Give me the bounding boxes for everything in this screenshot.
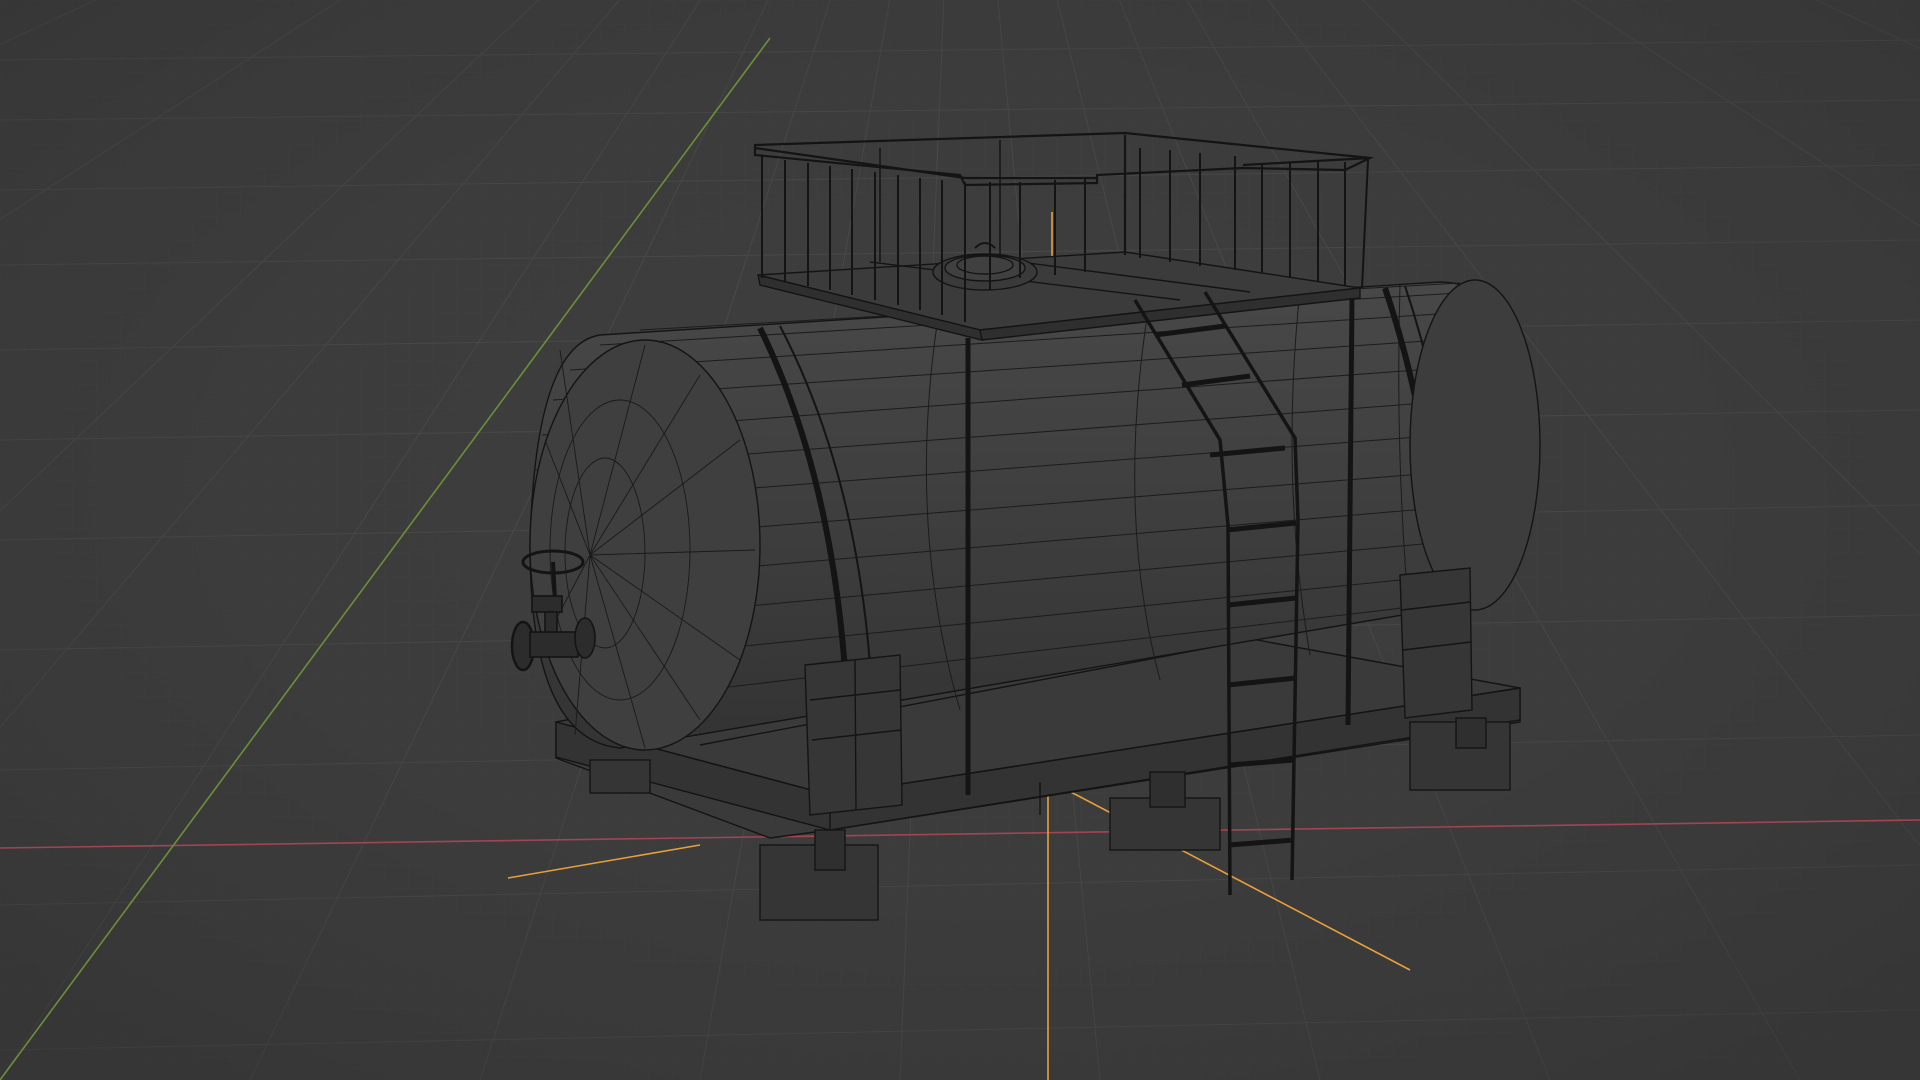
3d-viewport[interactable] (0, 0, 1920, 1080)
rear-end-cap[interactable] (1409, 279, 1541, 611)
viewport-canvas[interactable] (0, 0, 1920, 1080)
tank-end-cap[interactable] (529, 339, 761, 751)
